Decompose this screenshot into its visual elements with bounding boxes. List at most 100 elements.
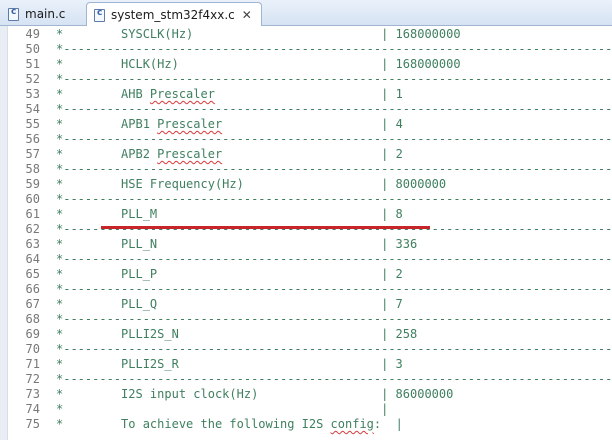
line-number: 66 [25,282,40,296]
line-number: 62 [25,222,40,236]
code-line[interactable]: 59 * HSE Frequency(Hz) | 8000000 [0,177,612,192]
code-line[interactable]: 57 * APB2 Prescaler | 2 [0,147,612,162]
code-text: * PLL_M | 8 [56,207,403,222]
tab-label: main.c [25,7,66,21]
line-number: 73 [25,387,40,401]
code-editor[interactable]: 49 * SYSCLK(Hz) | 168000000 50 *-----------… [0,26,612,440]
line-number: 52 [25,72,40,86]
code-text: *---------------------------------------… [56,42,612,57]
tab-label: system_stm32f4xx.c [111,8,235,22]
code-line[interactable]: 54 *-------------------------------------… [0,102,612,117]
line-number: 72 [25,372,40,386]
line-number: 58 [25,162,40,176]
line-number: 50 [25,42,40,56]
line-number: 51 [25,57,40,71]
code-text: * APB1 Prescaler | 4 [56,117,403,132]
code-segment: * SYSCLK(Hz) | 168000000 [56,27,461,41]
code-text: * PLLI2S_R | 3 [56,357,403,372]
c-source-file-icon [8,7,19,21]
line-number: 70 [25,342,40,356]
code-text: * PLL_N | 336 [56,237,417,252]
code-segment: *---------------------------------------… [56,192,612,206]
code-line[interactable]: 60 *-------------------------------------… [0,192,612,207]
code-text: *---------------------------------------… [56,222,612,237]
code-line[interactable]: 63 * PLL_N | 336 [0,237,612,252]
code-line[interactable]: 56 *-------------------------------------… [0,132,612,147]
code-line[interactable]: 53 * AHB Prescaler | 1 [0,87,612,102]
line-number: 49 [25,27,40,41]
code-segment: * To achieve the following I2S [56,417,331,431]
line-number: 75 [25,417,40,431]
code-line[interactable]: 66 *-------------------------------------… [0,282,612,297]
code-text: * APB2 Prescaler | 2 [56,147,403,162]
code-segment: * PLL_N | 336 [56,237,418,251]
code-segment: *---------------------------------------… [56,42,612,56]
code-segment: * AHB [56,87,150,101]
code-line[interactable]: 61 * PLL_M | 8 [0,207,612,222]
code-text: * SYSCLK(Hz) | 168000000 [56,27,461,42]
c-source-file-icon [94,8,105,22]
code-segment: *---------------------------------------… [56,102,612,116]
code-text: *---------------------------------------… [56,72,612,87]
code-text: *---------------------------------------… [56,372,612,387]
code-text: * HSE Frequency(Hz) | 8000000 [56,177,446,192]
code-text: *---------------------------------------… [56,282,612,297]
spellcheck-squiggle-word: Prescaler [157,117,223,131]
code-line[interactable]: 75 * To achieve the following I2S config:… [0,417,612,432]
editor-tab-bar: main.c system_stm32f4xx.c ✕ [0,0,612,27]
code-line[interactable]: 68 *-------------------------------------… [0,312,612,327]
code-text: *---------------------------------------… [56,312,612,327]
code-line[interactable]: 67 * PLL_Q | 7 [0,297,612,312]
code-line[interactable]: 58 *-------------------------------------… [0,162,612,177]
spellcheck-squiggle-word: Prescaler [157,147,223,161]
line-number: 56 [25,132,40,146]
code-segment: * HSE Frequency(Hz) | 8000000 [56,177,447,191]
code-text: *---------------------------------------… [56,102,612,117]
spellcheck-squiggle-word: Prescaler [149,87,215,101]
code-text: * AHB Prescaler | 1 [56,87,403,102]
line-number: 53 [25,87,40,101]
line-number: 54 [25,102,40,116]
code-segment: | 4 [222,117,403,131]
spellcheck-squiggle-word: config [330,417,374,431]
code-segment: | 1 [214,87,403,101]
code-text: *---------------------------------------… [56,192,612,207]
code-text: * HCLK(Hz) | 168000000 [56,57,461,72]
code-line[interactable]: 71 * PLLI2S_R | 3 [0,357,612,372]
tab-main-c[interactable]: main.c [2,2,82,26]
code-line[interactable]: 52 *-------------------------------------… [0,72,612,87]
code-segment: * APB2 [56,147,158,161]
code-line[interactable]: 74 * | [0,402,612,417]
code-text: * PLLI2S_N | 258 [56,327,417,342]
code-line[interactable]: 72 *-------------------------------------… [0,372,612,387]
code-line[interactable]: 49 * SYSCLK(Hz) | 168000000 [0,27,612,42]
code-segment: *---------------------------------------… [56,372,612,386]
close-icon[interactable]: ✕ [242,8,252,22]
code-line[interactable]: 50 *-------------------------------------… [0,42,612,57]
line-number: 55 [25,117,40,131]
code-segment: : | [373,417,403,431]
code-line[interactable]: 69 * PLLI2S_N | 258 [0,327,612,342]
code-segment: *---------------------------------------… [56,342,612,356]
code-line[interactable]: 55 * APB1 Prescaler | 4 [0,117,612,132]
line-number: 64 [25,252,40,266]
code-text: *---------------------------------------… [56,252,612,267]
code-line[interactable]: 51 * HCLK(Hz) | 168000000 [0,57,612,72]
code-segment: *---------------------------------------… [56,162,612,176]
code-text: * To achieve the following I2S config: | [56,417,403,432]
code-line[interactable]: 62 *-------------------------------------… [0,222,612,237]
code-segment: | 2 [222,147,403,161]
code-segment: * | [56,402,389,416]
line-number: 65 [25,267,40,281]
code-line[interactable]: 70 *-------------------------------------… [0,342,612,357]
code-text: *---------------------------------------… [56,162,612,177]
code-line[interactable]: 65 * PLL_P | 2 [0,267,612,282]
line-number: 63 [25,237,40,251]
code-line[interactable]: 64 *-------------------------------------… [0,252,612,267]
code-text: * PLL_P | 2 [56,267,403,282]
code-line[interactable]: 73 * I2S input clock(Hz) | 86000000 [0,387,612,402]
tab-system-stm32f4xx-c[interactable]: system_stm32f4xx.c ✕ [86,2,262,27]
code-segment: *---------------------------------------… [56,252,612,266]
code-segment: *---------------------------------------… [56,72,612,86]
code-text: * PLL_Q | 7 [56,297,403,312]
